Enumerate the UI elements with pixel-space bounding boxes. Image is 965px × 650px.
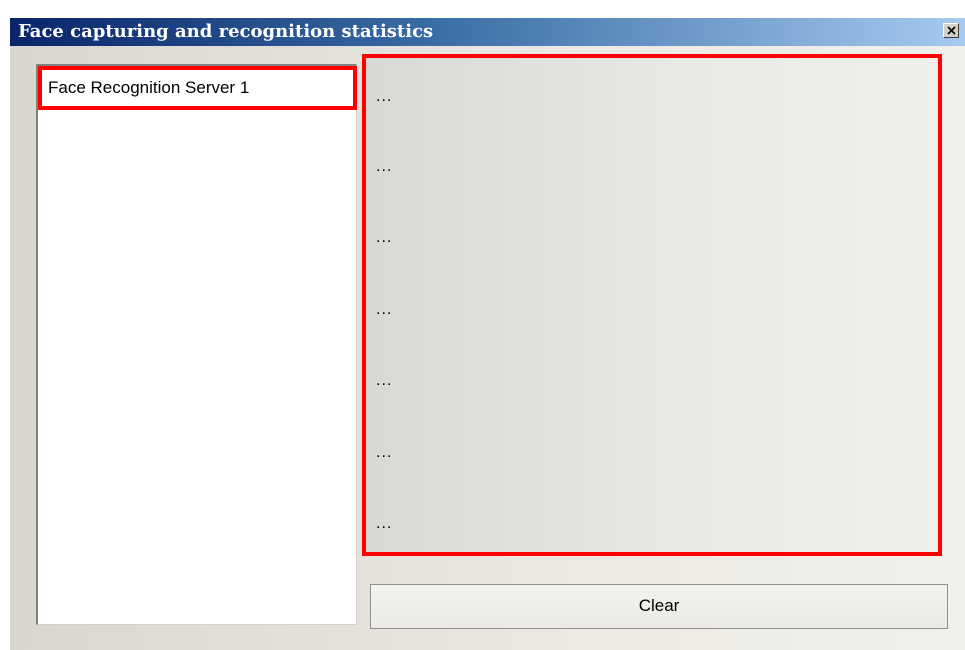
window-title: Face capturing and recognition statistic… <box>18 21 434 42</box>
stat-value: ... <box>376 301 393 318</box>
stat-value: ... <box>376 372 393 389</box>
stat-value: ... <box>376 88 393 105</box>
server-item-label: Face Recognition Server 1 <box>48 78 250 97</box>
title-bar[interactable]: Face capturing and recognition statistic… <box>10 18 965 46</box>
stat-value: ... <box>376 515 393 532</box>
clear-button[interactable]: Clear <box>370 584 948 629</box>
stat-value: ... <box>376 444 393 461</box>
clear-button-label: Clear <box>638 596 680 615</box>
server-list[interactable]: Face Recognition Server 1 <box>36 64 357 625</box>
server-list-item[interactable]: Face Recognition Server 1 <box>38 66 357 110</box>
stat-value: ... <box>376 229 393 246</box>
statistics-panel: ... ... ... ... ... ... ... <box>362 54 942 556</box>
close-button[interactable] <box>943 23 959 38</box>
stat-value: ... <box>376 158 393 175</box>
close-icon <box>947 26 956 35</box>
